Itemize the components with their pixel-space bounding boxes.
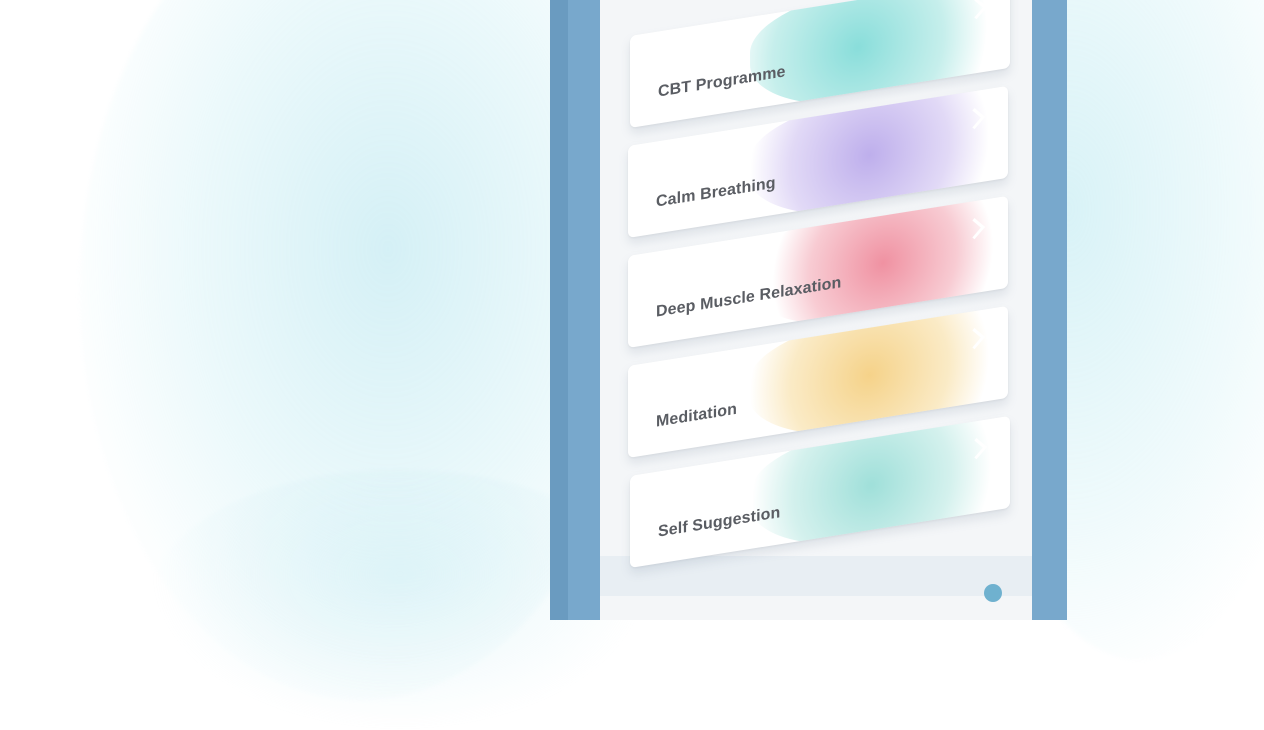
programme-label: CBT Programme xyxy=(658,63,786,101)
nav-dot-icon[interactable] xyxy=(984,584,1002,602)
programme-label: Meditation xyxy=(656,400,737,431)
programme-label: Calm Breathing xyxy=(656,174,776,211)
programme-label: Self Suggestion xyxy=(658,504,781,541)
